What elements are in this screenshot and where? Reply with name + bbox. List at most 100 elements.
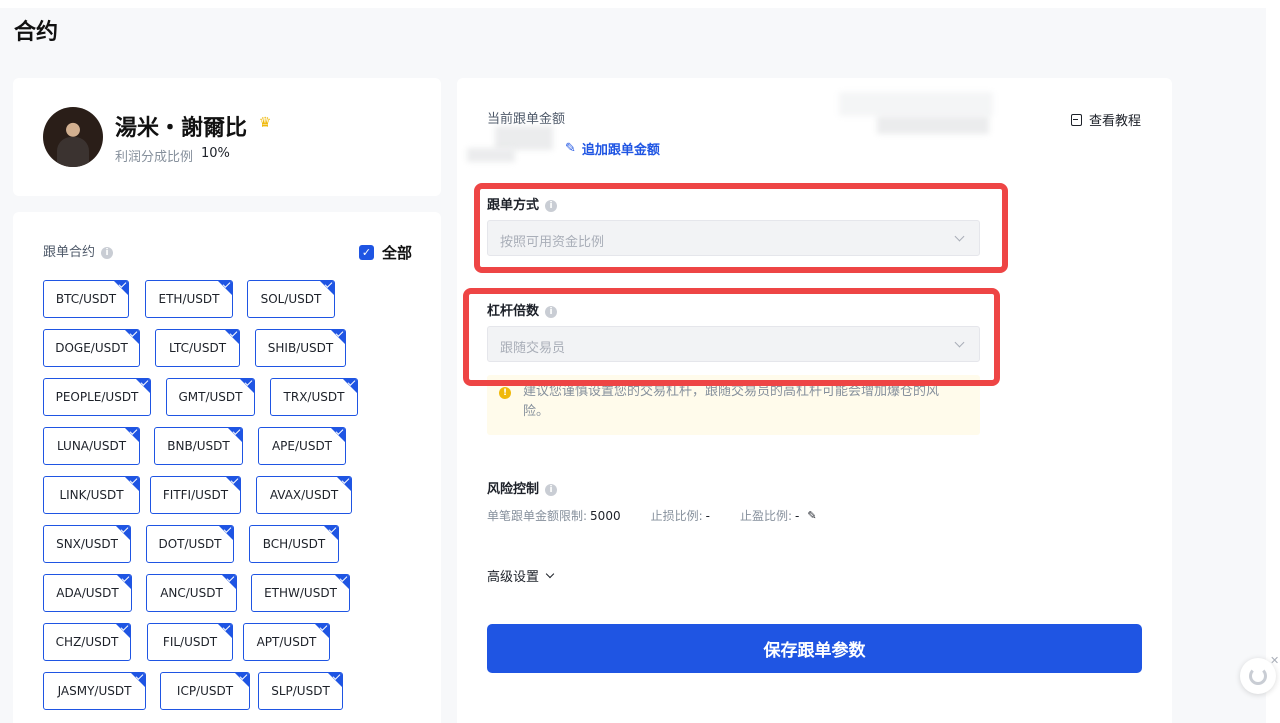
scrollbar-track[interactable] bbox=[1266, 0, 1280, 723]
add-amount-link[interactable]: ✎ 追加跟单金额 bbox=[565, 139, 660, 158]
contract-chip[interactable]: FITFI/USDT bbox=[150, 476, 241, 514]
contract-chip-label: BNB/USDT bbox=[167, 439, 230, 453]
take-profit-label: 止盈比例: bbox=[739, 509, 793, 523]
contract-chip[interactable]: APE/USDT bbox=[258, 427, 346, 465]
contract-chip[interactable]: LUNA/USDT bbox=[43, 427, 140, 465]
info-icon[interactable]: i bbox=[545, 305, 558, 318]
risk-control-row: 单笔跟单金额限制: 5000 止损比例: - 止盈比例: - ✎ bbox=[487, 507, 817, 524]
contract-chip-label: DOGE/USDT bbox=[55, 341, 128, 355]
save-copy-settings-button[interactable]: 保存跟单参数 bbox=[487, 624, 1142, 673]
crown-icon: ♛ bbox=[258, 115, 272, 131]
chip-selected-check-icon bbox=[324, 526, 338, 540]
chip-selected-check-icon bbox=[222, 575, 236, 589]
contract-chip-label: LUNA/USDT bbox=[56, 439, 127, 453]
contract-chip[interactable]: BNB/USDT bbox=[154, 427, 243, 465]
advanced-settings-toggle[interactable]: 高级设置 bbox=[487, 566, 555, 585]
chip-selected-check-icon bbox=[116, 526, 130, 540]
info-icon[interactable]: i bbox=[545, 483, 558, 496]
chip-selected-check-icon bbox=[225, 330, 239, 344]
profit-share-label: 利润分成比例 bbox=[115, 150, 194, 165]
contracts-label: 跟单合约 i bbox=[43, 241, 114, 260]
chevron-down-icon bbox=[954, 231, 965, 242]
edit-icon[interactable]: ✎ bbox=[807, 509, 816, 522]
contract-chip[interactable]: TRX/USDT bbox=[270, 378, 358, 416]
info-icon[interactable]: i bbox=[545, 199, 558, 212]
contract-chip-label: CHZ/USDT bbox=[55, 635, 119, 649]
contract-chip[interactable]: ICP/USDT bbox=[160, 672, 250, 710]
contract-chip[interactable]: DOT/USDT bbox=[146, 525, 234, 563]
contract-chip[interactable]: SNX/USDT bbox=[43, 525, 131, 563]
chip-selected-check-icon bbox=[131, 673, 145, 687]
leverage-warning-text: 建议您谨慎设置您的交易杠杆，跟随交易员的高杠杆可能会增加爆仓的风险。 bbox=[523, 384, 940, 419]
contract-chip[interactable]: BCH/USDT bbox=[249, 525, 339, 563]
chip-selected-check-icon bbox=[125, 477, 139, 491]
contract-chip[interactable]: LINK/USDT bbox=[43, 476, 140, 514]
contract-chip-label: APE/USDT bbox=[271, 439, 333, 453]
contract-chip[interactable]: FIL/USDT bbox=[147, 623, 233, 661]
contract-chip[interactable]: SHIB/USDT bbox=[255, 329, 346, 367]
chip-selected-check-icon bbox=[331, 330, 345, 344]
contract-chip[interactable]: JASMY/USDT bbox=[43, 672, 146, 710]
chip-selected-check-icon bbox=[218, 624, 232, 638]
contract-chip-label: BCH/USDT bbox=[262, 537, 326, 551]
leverage-label-text: 杠杆倍数 bbox=[487, 304, 540, 319]
contract-chip-label: LTC/USDT bbox=[168, 341, 227, 355]
contract-chip[interactable]: ETHW/USDT bbox=[251, 574, 350, 612]
select-all-checkbox[interactable]: ✓ 全部 bbox=[359, 242, 412, 263]
contract-chip-label: APT/USDT bbox=[256, 635, 317, 649]
contract-chip-label: FIL/USDT bbox=[162, 635, 218, 649]
contract-chip[interactable]: APT/USDT bbox=[243, 623, 330, 661]
contract-chip-label: FITFI/USDT bbox=[162, 488, 229, 502]
stop-loss-value: - bbox=[705, 508, 710, 523]
contract-chip[interactable]: ETH/USDT bbox=[145, 280, 233, 318]
chip-selected-check-icon bbox=[328, 673, 342, 687]
checkbox-checked-icon[interactable]: ✓ bbox=[359, 245, 374, 260]
contract-chip-label: SHIB/USDT bbox=[267, 341, 334, 355]
view-tutorial-link[interactable]: 查看教程 bbox=[1071, 110, 1141, 129]
copy-settings-panel: 当前跟单金额 ✎ 追加跟单金额 查看教程 跟单方式 i 按照可用资金比例 杠杆倍数… bbox=[457, 78, 1172, 723]
copy-mode-label: 跟单方式 i bbox=[487, 194, 558, 213]
trader-name[interactable]: 湯米・謝爾比 bbox=[115, 110, 247, 142]
blurred-header-value bbox=[877, 116, 989, 134]
chevron-down-icon bbox=[545, 569, 555, 579]
contract-chip[interactable]: CHZ/USDT bbox=[43, 623, 131, 661]
copy-mode-select[interactable]: 按照可用资金比例 bbox=[487, 220, 980, 256]
contract-chip-label: SLP/USDT bbox=[271, 684, 330, 698]
chip-selected-check-icon bbox=[337, 477, 351, 491]
contract-chip[interactable]: GMT/USDT bbox=[166, 378, 255, 416]
top-strip bbox=[0, 0, 1280, 8]
contract-chip-label: ICP/USDT bbox=[176, 684, 234, 698]
stop-loss-label: 止损比例: bbox=[650, 509, 703, 523]
document-icon bbox=[1071, 113, 1082, 126]
copy-mode-value: 按照可用资金比例 bbox=[500, 235, 605, 250]
chip-selected-check-icon bbox=[315, 624, 329, 638]
chip-selected-check-icon bbox=[331, 428, 345, 442]
view-tutorial-label: 查看教程 bbox=[1089, 114, 1142, 129]
chip-selected-check-icon bbox=[235, 673, 249, 687]
close-icon[interactable]: ✕ bbox=[1270, 654, 1279, 667]
contract-chip[interactable]: PEOPLE/USDT bbox=[43, 378, 151, 416]
contract-chip-label: PEOPLE/USDT bbox=[55, 390, 139, 404]
chip-selected-check-icon bbox=[114, 281, 128, 295]
contract-chip[interactable]: SLP/USDT bbox=[258, 672, 343, 710]
contract-chip[interactable]: SOL/USDT bbox=[247, 280, 335, 318]
chip-selected-check-icon bbox=[228, 428, 242, 442]
contract-chip-label: SNX/USDT bbox=[56, 537, 118, 551]
copy-mode-label-text: 跟单方式 bbox=[487, 198, 540, 213]
chip-selected-check-icon bbox=[226, 477, 240, 491]
risk-control-label-text: 风险控制 bbox=[487, 482, 540, 497]
contract-chip-label: BTC/USDT bbox=[55, 292, 117, 306]
info-icon[interactable]: i bbox=[101, 246, 114, 259]
contract-chip[interactable]: AVAX/USDT bbox=[256, 476, 352, 514]
contract-chip[interactable]: DOGE/USDT bbox=[43, 329, 140, 367]
contract-chip-label: ADA/USDT bbox=[56, 586, 119, 600]
contract-chip-label: ANC/USDT bbox=[160, 586, 223, 600]
contract-chip[interactable]: ANC/USDT bbox=[146, 574, 237, 612]
chip-selected-check-icon bbox=[125, 428, 139, 442]
contract-chip[interactable]: ADA/USDT bbox=[43, 574, 132, 612]
current-amount-value-blurred bbox=[495, 126, 553, 150]
contract-chip[interactable]: LTC/USDT bbox=[155, 329, 240, 367]
contract-chip[interactable]: BTC/USDT bbox=[43, 280, 129, 318]
leverage-select[interactable]: 跟随交易员 bbox=[487, 326, 980, 362]
avatar[interactable] bbox=[43, 107, 103, 167]
